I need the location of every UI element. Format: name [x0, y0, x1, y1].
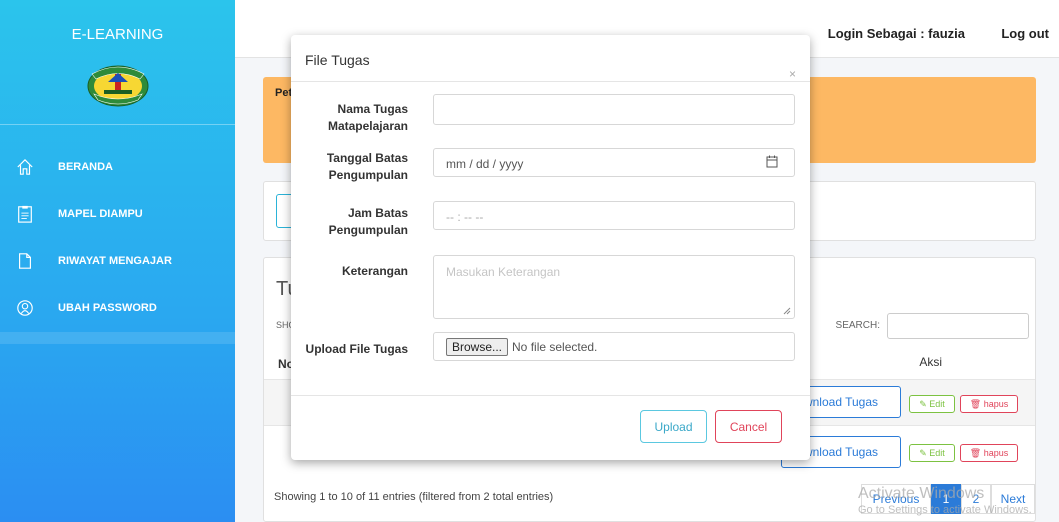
nama-tugas-label: Nama Tugas Matapelajaran: [327, 102, 408, 133]
sidebar-menu: BERANDA MAPEL DIAMPU RIWAYAT MENGAJAR UB…: [0, 143, 235, 331]
edit-label: Edit: [929, 399, 945, 409]
keterangan-textarea[interactable]: Masukan Keterangan: [433, 255, 795, 319]
activation-watermark-subtitle: Go to Settings to activate Windows.: [858, 504, 1032, 516]
close-icon[interactable]: ×: [789, 67, 796, 81]
modal-title: File Tugas: [305, 52, 370, 68]
notice-text: Pet: [275, 87, 293, 99]
upload-file-label: Upload File Tugas: [305, 342, 408, 356]
logout-link[interactable]: Log out: [1001, 26, 1049, 41]
modal-header-divider: [291, 81, 810, 82]
brand-title: E-LEARNING: [71, 26, 164, 43]
sidebar-item-beranda[interactable]: BERANDA: [0, 143, 235, 190]
table-info: Showing 1 to 10 of 11 entries (filtered …: [274, 491, 554, 503]
tanggal-batas-label: Tanggal Batas Pengumpulan: [326, 151, 408, 182]
sidebar: E-LEARNING BERANDA MAPEL DIAMPU RIWAYAT …: [0, 0, 235, 522]
school-logo: [0, 60, 235, 118]
upload-button[interactable]: Upload: [640, 410, 707, 443]
activation-watermark-title: Activate Windows: [858, 485, 985, 502]
delete-label: hapus: [983, 399, 1009, 409]
resize-grip-icon[interactable]: [783, 307, 791, 315]
keterangan-label: Keterangan: [341, 264, 408, 278]
nama-tugas-input[interactable]: [433, 94, 795, 125]
date-placeholder: mm / dd / yyyy: [446, 157, 524, 171]
file-icon: [12, 250, 38, 272]
search-label: SEARCH:: [835, 320, 880, 331]
column-header-aksi: Aksi: [919, 355, 942, 369]
browse-button[interactable]: Browse...: [446, 338, 509, 356]
edit-button[interactable]: ✎ Edit: [909, 395, 955, 413]
tanggal-batas-input[interactable]: mm / dd / yyyy: [433, 148, 795, 177]
jam-batas-label: Jam Batas Pengumpulan: [328, 206, 408, 237]
sidebar-item-label: BERANDA: [58, 160, 113, 173]
sidebar-item-mapel-diampu[interactable]: MAPEL DIAMPU: [0, 190, 235, 237]
sidebar-item-ubah-password[interactable]: UBAH PASSWORD: [0, 284, 235, 331]
logo-image: [87, 65, 148, 107]
sidebar-item-label: UBAH PASSWORD: [58, 301, 157, 314]
sidebar-divider: [0, 124, 235, 125]
edit-label: Edit: [929, 448, 945, 458]
jam-batas-input[interactable]: -- : -- --: [433, 201, 795, 230]
modal-footer-divider: [291, 395, 810, 396]
delete-button[interactable]: 🗑 hapus: [960, 395, 1018, 413]
sidebar-item-label: RIWAYAT MENGAJAR: [58, 254, 172, 267]
search-input[interactable]: [887, 313, 1029, 339]
cancel-button[interactable]: Cancel: [715, 410, 782, 443]
home-icon: [12, 156, 38, 178]
edit-button[interactable]: ✎ Edit: [909, 444, 955, 462]
sidebar-item-label: MAPEL DIAMPU: [58, 207, 143, 220]
sidebar-item-riwayat-mengajar[interactable]: RIWAYAT MENGAJAR: [0, 237, 235, 284]
user-icon: [12, 297, 38, 319]
upload-file-input[interactable]: Browse... No file selected.: [433, 332, 795, 361]
keterangan-placeholder: Masukan Keterangan: [446, 265, 561, 279]
delete-button[interactable]: 🗑 hapus: [960, 444, 1018, 462]
delete-label: hapus: [983, 448, 1009, 458]
calendar-icon[interactable]: [766, 155, 778, 171]
sidebar-footer-band: [0, 332, 235, 344]
no-file-text: No file selected.: [512, 340, 598, 354]
clipboard-icon: [12, 203, 38, 225]
login-status: Login Sebagai : fauzia: [827, 26, 965, 41]
file-tugas-modal: File Tugas × Nama Tugas Matapelajaran Ta…: [291, 35, 810, 460]
